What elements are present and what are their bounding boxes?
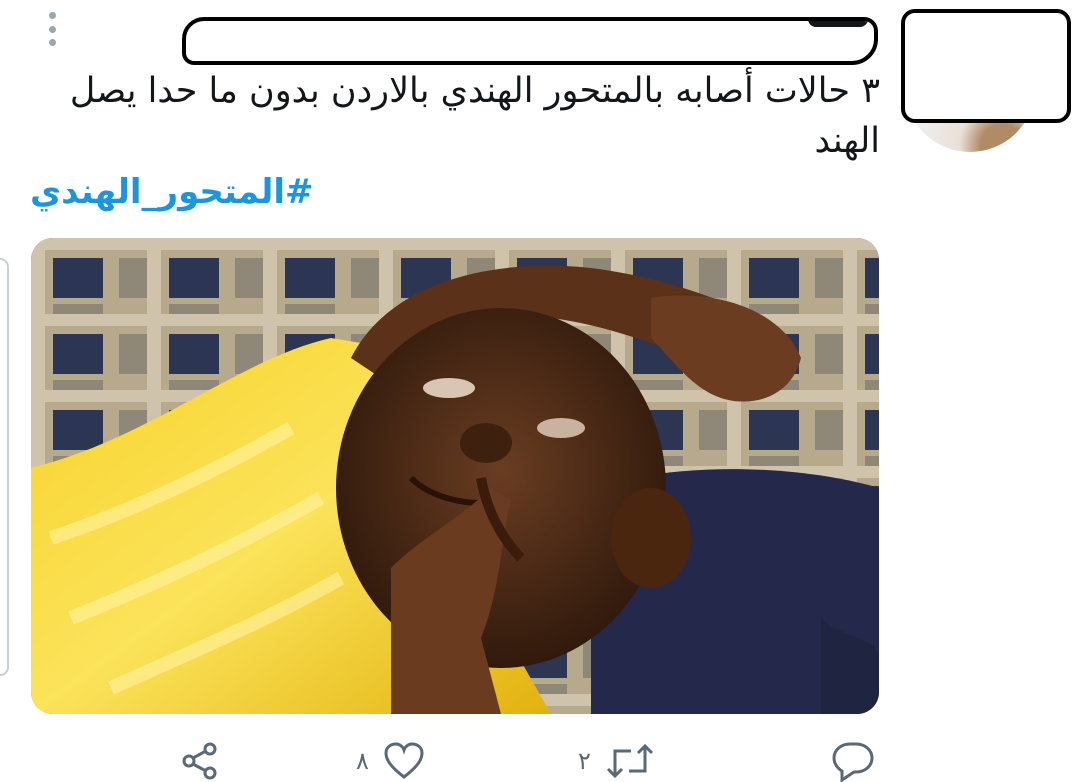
dot [48,39,56,46]
redacted-text-fragment [808,21,868,27]
reply-button[interactable] [830,740,876,782]
redacted-avatar-box [901,9,1071,123]
retweet-button[interactable]: ٢ [578,740,655,782]
heart-icon [384,742,424,779]
share-button[interactable] [180,740,220,782]
like-count: ٨ [356,747,369,775]
tweet-action-bar: ٨ ٢ [0,740,1080,782]
retweet-count: ٢ [578,747,591,775]
hashtag-text: #المتحور_الهندي [30,172,314,212]
hashtag-link[interactable]: #المتحور_الهندي [30,168,880,216]
like-button[interactable]: ٨ [356,740,425,782]
media-illustration [31,238,879,714]
dot [48,12,56,19]
tweet-media-image[interactable] [31,238,879,714]
share-icon [182,742,217,780]
adjacent-card-edge [0,258,9,676]
dot [48,25,56,33]
reply-icon [832,742,874,782]
tweet-text: ٣ حالات أصابه بالمتحور الهندي بالاردن بد… [69,71,880,161]
redacted-username [182,17,878,65]
more-options-icon[interactable] [46,12,58,46]
retweet-icon [606,743,653,779]
